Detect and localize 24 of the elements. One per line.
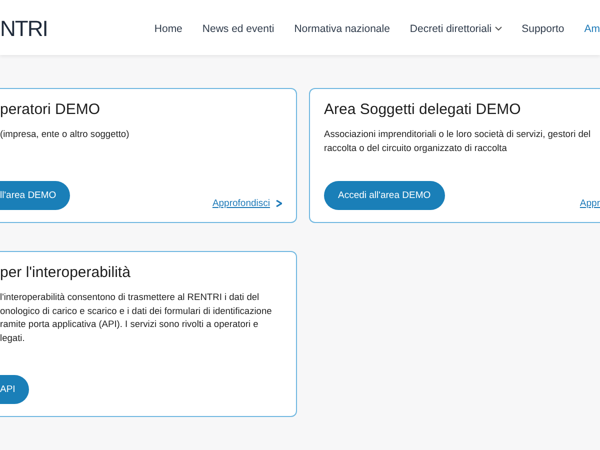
card-title: peratori DEMO [0,101,102,118]
more-link[interactable]: Approfondisci [212,198,282,209]
nav-link[interactable]: Decreti direttoriali [410,22,502,34]
nav-link[interactable]: Normativa nazionale [294,22,390,34]
description-line: raccolta o del circuito organizzato di raccolta [324,142,508,155]
description-line: legati. [0,332,26,345]
access-button[interactable]: ll'area DEMO [0,181,70,210]
card-title: per l'interoperabilità [0,264,132,281]
description-line: onologico di carico e scarico e i dati dei formulari di identificazione [0,304,273,318]
nav-link[interactable]: Home [154,22,182,34]
description-line: Associazioni imprenditoriali o le loro società di servizi, gestori del [324,128,592,141]
description-line: ramite porta applicativa (API). I servizi sono rivolti a operatori e [0,318,260,331]
description-line: l'interoperabilità consentono di trasmettere al RENTRI i dati del [0,291,260,304]
access-button[interactable]: Accedi all'area DEMO [324,181,445,210]
caret-icon [494,26,502,31]
nav-link[interactable]: Supporto [522,22,564,34]
access-button[interactable]: API [0,375,30,404]
nav-link[interactable]: Am [584,22,600,34]
card-title: Area Soggetti delegati DEMO [324,101,522,118]
more-link[interactable]: Appr [580,198,600,209]
logo-text: NTRI [0,16,48,42]
nav-link[interactable]: News ed eventi [202,22,274,34]
description-line: (impresa, ente o altro soggetto) [0,128,130,141]
chevron-icon [276,200,282,207]
